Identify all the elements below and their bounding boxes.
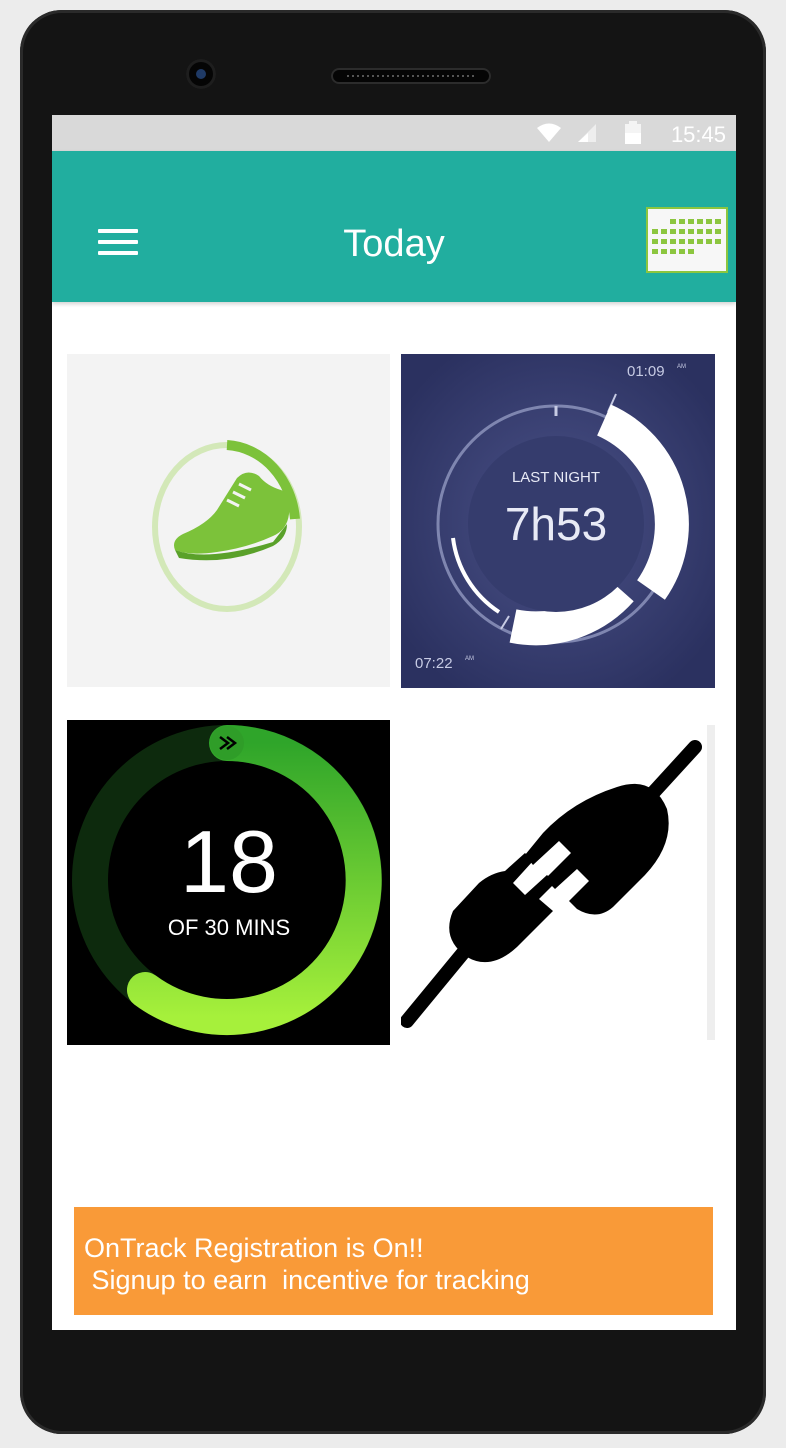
battery-icon xyxy=(625,121,641,144)
running-shoe-icon xyxy=(174,472,290,561)
banner-line1: OnTrack Registration is On!! xyxy=(84,1233,424,1263)
wifi-icon xyxy=(537,123,561,142)
banner-line2: Signup to earn incentive for tracking xyxy=(84,1265,530,1295)
app-bar: Today xyxy=(52,151,736,302)
sleep-label: LAST NIGHT xyxy=(512,469,600,486)
earpiece-speaker xyxy=(331,68,491,84)
calendar-icon[interactable] xyxy=(646,207,728,273)
activity-tile[interactable]: 18 OF 30 MINS xyxy=(67,720,390,1045)
sleep-end-ampm: AM xyxy=(465,656,474,662)
sleep-tile[interactable]: LAST NIGHT 7h53 01:09 AM 07:22 AM xyxy=(401,354,715,688)
status-time: 15:45 xyxy=(670,122,726,147)
sleep-start-ampm: AM xyxy=(677,364,686,370)
steps-tile[interactable] xyxy=(67,354,390,687)
front-camera xyxy=(186,59,216,89)
sleep-start-time: 01:09 xyxy=(627,363,665,380)
sleep-end-time: 07:22 xyxy=(415,655,453,672)
disconnect-tile[interactable] xyxy=(401,725,715,1040)
app-screen: 15:45 Today LAST NIGHT 7h53 01:09 AM 07:… xyxy=(52,115,736,1330)
activity-value: 18 xyxy=(180,812,278,911)
unplugged-icon xyxy=(401,725,715,1040)
activity-label: OF 30 MINS xyxy=(168,915,290,940)
cell-signal-icon xyxy=(578,124,596,142)
registration-banner[interactable]: OnTrack Registration is On!! Signup to e… xyxy=(74,1207,713,1315)
sleep-duration: 7h53 xyxy=(505,498,607,550)
status-bar: 15:45 xyxy=(52,115,736,151)
page-title: Today xyxy=(343,223,445,265)
